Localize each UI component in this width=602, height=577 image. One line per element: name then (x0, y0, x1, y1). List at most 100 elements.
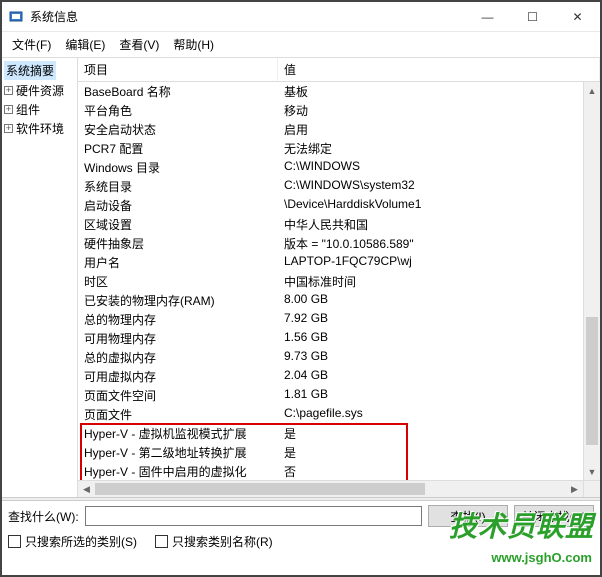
check-row: 只搜索所选的类别(S) 只搜索类别名称(R) (2, 531, 600, 556)
checkbox-icon[interactable] (8, 535, 21, 548)
list-header: 项目 值 (78, 58, 600, 82)
table-row[interactable]: 可用物理内存1.56 GB (78, 329, 600, 348)
cell-value: 8.00 GB (278, 291, 600, 310)
maximize-button[interactable]: ☐ (510, 2, 555, 31)
menu-view[interactable]: 查看(V) (113, 34, 165, 55)
cell-item: Hyper-V - 虚拟机监视模式扩展 (78, 424, 278, 443)
table-row[interactable]: Hyper-V - 第二级地址转换扩展是 (78, 443, 600, 462)
table-row[interactable]: Hyper-V - 虚拟机监视模式扩展是 (78, 424, 600, 443)
table-row[interactable]: Hyper-V - 固件中启用的虚拟化否 (78, 462, 600, 480)
window-title: 系统信息 (30, 8, 465, 25)
search-row: 查找什么(W): 查找(I) 关闭查找(C) (2, 501, 600, 531)
app-icon (8, 9, 24, 25)
menu-help[interactable]: 帮助(H) (167, 34, 220, 55)
cell-item: PCR7 配置 (78, 139, 278, 158)
close-button[interactable]: ✕ (555, 2, 600, 31)
minimize-button[interactable]: — (465, 2, 510, 31)
column-header-item[interactable]: 项目 (78, 58, 278, 81)
cell-item: 安全启动状态 (78, 120, 278, 139)
vertical-scrollbar[interactable]: ▲ ▼ (583, 82, 600, 480)
table-row[interactable]: 区域设置中华人民共和国 (78, 215, 600, 234)
cell-value: 移动 (278, 101, 600, 120)
scroll-down-arrow-icon[interactable]: ▼ (584, 463, 600, 480)
scroll-up-arrow-icon[interactable]: ▲ (584, 82, 600, 99)
cell-item: Windows 目录 (78, 158, 278, 177)
cell-item: 总的虚拟内存 (78, 348, 278, 367)
table-row[interactable]: 启动设备\Device\HarddiskVolume1 (78, 196, 600, 215)
table-row[interactable]: 可用虚拟内存2.04 GB (78, 367, 600, 386)
cell-value: 基板 (278, 82, 600, 101)
table-row[interactable]: Windows 目录C:\WINDOWS (78, 158, 600, 177)
cell-value: LAPTOP-1FQC79CP\wj (278, 253, 600, 272)
table-row[interactable]: PCR7 配置无法绑定 (78, 139, 600, 158)
titlebar: 系统信息 — ☐ ✕ (2, 2, 600, 32)
plus-icon[interactable]: + (4, 105, 13, 114)
checkbox-icon[interactable] (155, 535, 168, 548)
cell-value: 无法绑定 (278, 139, 600, 158)
table-row[interactable]: 总的虚拟内存9.73 GB (78, 348, 600, 367)
checkbox-only-names[interactable]: 只搜索类别名称(R) (155, 533, 273, 550)
cell-value: C:\WINDOWS (278, 158, 600, 177)
scroll-thumb[interactable] (586, 317, 598, 444)
cell-value: \Device\HarddiskVolume1 (278, 196, 600, 215)
table-row[interactable]: 安全启动状态启用 (78, 120, 600, 139)
table-row[interactable]: 页面文件C:\pagefile.sys (78, 405, 600, 424)
table-row[interactable]: 已安装的物理内存(RAM)8.00 GB (78, 291, 600, 310)
cell-item: 区域设置 (78, 215, 278, 234)
cell-value: 启用 (278, 120, 600, 139)
cell-item: 可用虚拟内存 (78, 367, 278, 386)
cell-item: Hyper-V - 第二级地址转换扩展 (78, 443, 278, 462)
table-row[interactable]: 平台角色移动 (78, 101, 600, 120)
tree-node-components[interactable]: + 组件 (4, 100, 75, 119)
scroll-right-arrow-icon[interactable]: ▶ (566, 481, 583, 498)
cell-value: 是 (278, 424, 600, 443)
cell-value: C:\WINDOWS\system32 (278, 177, 600, 196)
table-row[interactable]: 系统目录C:\WINDOWS\system32 (78, 177, 600, 196)
cell-item: BaseBoard 名称 (78, 82, 278, 101)
cell-item: 可用物理内存 (78, 329, 278, 348)
checkbox-only-selected[interactable]: 只搜索所选的类别(S) (8, 533, 137, 550)
cell-item: 页面文件 (78, 405, 278, 424)
checkbox-label: 只搜索类别名称(R) (172, 533, 273, 550)
cell-value: 版本 = "10.0.10586.589" (278, 234, 600, 253)
cell-value: 中国标准时间 (278, 272, 600, 291)
cell-value: 7.92 GB (278, 310, 600, 329)
table-row[interactable]: 总的物理内存7.92 GB (78, 310, 600, 329)
cell-item: 时区 (78, 272, 278, 291)
menu-edit[interactable]: 编辑(E) (59, 34, 111, 55)
cell-value: 是 (278, 443, 600, 462)
cell-value: 1.56 GB (278, 329, 600, 348)
table-row[interactable]: 硬件抽象层版本 = "10.0.10586.589" (78, 234, 600, 253)
scroll-left-arrow-icon[interactable]: ◀ (78, 481, 95, 498)
scroll-corner (583, 481, 600, 497)
search-input[interactable] (85, 506, 422, 526)
tree-panel: 系统摘要 + 硬件资源 + 组件 + 软件环境 (2, 58, 78, 497)
column-header-value[interactable]: 值 (278, 58, 600, 81)
tree-node-hardware[interactable]: + 硬件资源 (4, 81, 75, 100)
tree-node-software[interactable]: + 软件环境 (4, 119, 75, 138)
tree-root[interactable]: 系统摘要 (4, 60, 75, 81)
cell-item: 已安装的物理内存(RAM) (78, 291, 278, 310)
table-row[interactable]: 时区中国标准时间 (78, 272, 600, 291)
menubar: 文件(F) 编辑(E) 查看(V) 帮助(H) (2, 32, 600, 57)
main-area: 系统摘要 + 硬件资源 + 组件 + 软件环境 项目 值 BaseBoard 名… (2, 57, 600, 497)
table-row[interactable]: BaseBoard 名称基板 (78, 82, 600, 101)
horizontal-scrollbar[interactable]: ◀ ▶ (78, 480, 600, 497)
cell-value: 1.81 GB (278, 386, 600, 405)
close-find-button[interactable]: 关闭查找(C) (514, 505, 594, 527)
cell-value: C:\pagefile.sys (278, 405, 600, 424)
plus-icon[interactable]: + (4, 124, 13, 133)
cell-item: 页面文件空间 (78, 386, 278, 405)
list-body: BaseBoard 名称基板平台角色移动安全启动状态启用PCR7 配置无法绑定W… (78, 82, 600, 480)
find-button[interactable]: 查找(I) (428, 505, 508, 527)
plus-icon[interactable]: + (4, 86, 13, 95)
cell-item: 硬件抽象层 (78, 234, 278, 253)
cell-value: 否 (278, 462, 600, 480)
table-row[interactable]: 用户名LAPTOP-1FQC79CP\wj (78, 253, 600, 272)
table-row[interactable]: 页面文件空间1.81 GB (78, 386, 600, 405)
scroll-thumb-h[interactable] (95, 483, 425, 495)
cell-item: Hyper-V - 固件中启用的虚拟化 (78, 462, 278, 480)
cell-item: 用户名 (78, 253, 278, 272)
menu-file[interactable]: 文件(F) (6, 34, 57, 55)
search-label: 查找什么(W): (8, 508, 79, 525)
